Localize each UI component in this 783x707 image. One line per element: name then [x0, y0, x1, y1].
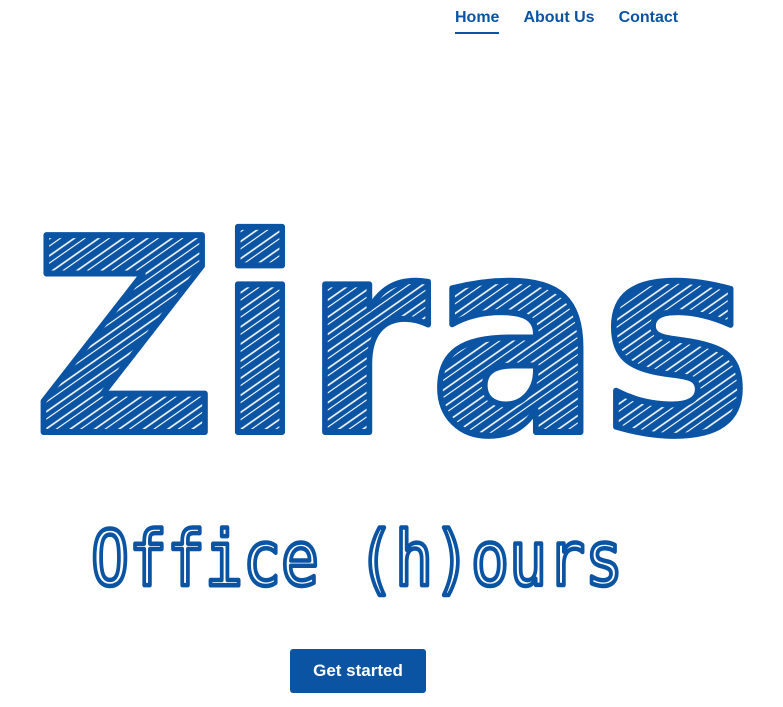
- hero-logo: Ziras: [29, 200, 755, 450]
- nav-link-contact[interactable]: Contact: [619, 9, 679, 34]
- get-started-button[interactable]: Get started: [290, 649, 426, 693]
- brand-wordmark: Ziras: [32, 200, 752, 450]
- top-nav: Home About Us Contact: [455, 9, 678, 34]
- tagline-text: Office (h)ours: [91, 515, 623, 603]
- nav-link-home[interactable]: Home: [455, 9, 500, 34]
- nav-link-about-us[interactable]: About Us: [523, 9, 594, 34]
- page: Home About Us Contact Ziras Office (h)ou…: [0, 0, 783, 707]
- tagline: Office (h)ours: [89, 515, 626, 605]
